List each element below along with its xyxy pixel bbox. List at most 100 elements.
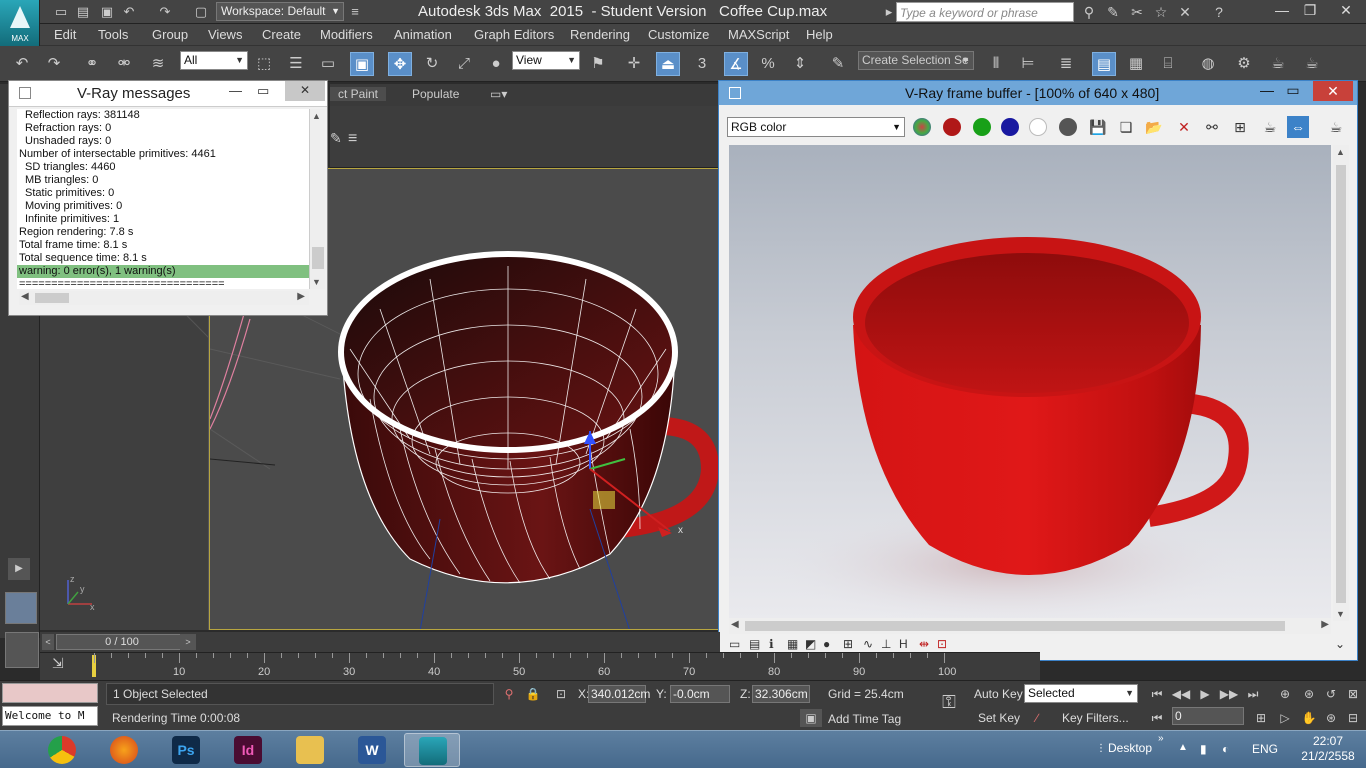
time-configuration-icon[interactable]: ⊞ [1250,709,1272,727]
histogram-icon[interactable]: ▦ [787,637,798,651]
graphite-ribbon-icon[interactable]: ▦ [1124,52,1148,76]
expand-panel-icon[interactable]: ▶ [8,558,30,580]
message-list[interactable]: Reflection rays: 381148 Refraction rays: … [17,109,309,289]
maximize-button[interactable]: ▭ [1279,82,1307,99]
time-slider[interactable]: < 0 / 100 > [40,632,720,652]
material-editor-icon[interactable]: ◍ [1196,52,1220,76]
close-button[interactable]: ✕ [1332,0,1360,22]
named-selection-dropdown[interactable]: Create Selection Se ▼ [858,51,974,70]
scene-explorer-icon[interactable]: ▤ [1092,52,1116,76]
taskbar-firefox[interactable] [96,733,152,767]
save-file-icon[interactable]: ▣ [98,3,116,21]
auto-key-button[interactable]: Auto Key [974,687,1023,701]
green-channel-icon[interactable] [973,118,991,136]
x-coordinate-field[interactable]: 340.012cm [588,685,650,703]
region-render-icon[interactable]: ⊞ [1229,116,1251,138]
taskbar-3dsmax[interactable] [404,733,460,767]
link-icon[interactable]: ⚭ [80,52,104,76]
layer-manager-icon[interactable]: ≣ [1054,52,1078,76]
menu-item[interactable]: Group [152,27,188,42]
blue-channel-icon[interactable] [1001,118,1019,136]
maximize-button[interactable]: ▭ [257,83,269,99]
menu-item[interactable]: Customize [648,27,709,42]
viewport-layout-2-icon[interactable] [5,632,39,668]
maxscript-listener[interactable] [2,683,98,703]
minimize-button[interactable]: — [1253,82,1281,98]
window-crossing-icon[interactable]: ▣ [350,52,374,76]
unlink-icon[interactable]: ⚮ [112,52,136,76]
vertical-scrollbar[interactable]: ▲ ▼ [1333,145,1349,621]
play-icon[interactable]: ▶ [1194,685,1216,703]
load-image-icon[interactable]: 📂 [1143,116,1165,138]
scroll-left-icon[interactable]: ◀ [21,291,29,302]
rgb-channel-icon[interactable] [913,118,931,136]
menu-item[interactable]: Graph Editors [474,27,554,42]
prev-frame-button[interactable]: < [42,634,54,650]
tray-overflow-icon[interactable]: ▲ [1178,742,1188,753]
lut-icon[interactable]: ⊥ [881,637,891,651]
percent-snap-icon[interactable]: % [756,52,780,76]
reference-coordinate-dropdown[interactable]: View ▼ [512,51,580,70]
scroll-down-icon[interactable]: ▼ [1336,609,1345,619]
rendered-image[interactable] [729,145,1331,621]
channel-dropdown[interactable]: RGB color ▼ [727,117,905,137]
maximize-viewport-icon[interactable]: ⊟ [1342,709,1364,727]
undo-icon[interactable]: ↶ [10,52,34,76]
restore-button[interactable]: ❐ [1296,0,1324,22]
menu-item[interactable]: Rendering [570,27,630,42]
track-bar[interactable]: ⇲ 10 20 30 40 50 60 70 80 90 100 [40,652,1040,680]
close-button[interactable]: ✕ [1313,81,1353,101]
exposure-icon[interactable]: ● [823,637,830,651]
menu-item[interactable]: Tools [98,27,128,42]
scroll-right-icon[interactable]: ▶ [1321,619,1329,630]
exchange-icon[interactable]: ✕ [1176,3,1194,21]
undo-icon[interactable]: ↶ [120,3,138,21]
project-folder-icon[interactable]: ▢ [192,3,210,21]
time-tag-icon[interactable]: ▣ [800,709,822,727]
scroll-right-icon[interactable]: ▶ [297,291,305,302]
go-to-start-icon[interactable]: ⏮ [1146,685,1168,703]
desktop-toolbar[interactable]: Desktop [1108,741,1152,755]
tools-icon[interactable]: ✂ [1128,3,1146,21]
render-last-icon[interactable]: ☕ [1259,116,1281,138]
hsv-icon[interactable]: H [899,637,908,651]
mirror-icon[interactable]: ⫴ [984,52,1008,76]
menu-item[interactable]: MAXScript [728,27,789,42]
display-options-icon[interactable]: ▭ [729,637,740,651]
render-setup-icon[interactable]: ⚙ [1232,52,1256,76]
toolbar-chevron-icon[interactable]: » [1158,733,1164,744]
viewport-layout-icon[interactable] [5,592,37,624]
key-mode-dropdown[interactable]: Selected ▼ [1024,684,1138,703]
key-mode-toggle-icon[interactable]: ⏮ [1146,709,1168,727]
alpha-channel-icon[interactable] [1029,118,1047,136]
curve-icon[interactable]: ∿ [863,637,873,651]
red-channel-icon[interactable] [943,118,961,136]
angle-snap-icon[interactable]: ∡ [724,52,748,76]
zoom-extents-all-icon[interactable]: ⊠ [1342,685,1364,703]
minimize-button[interactable]: — [1268,0,1296,22]
bind-space-warp-icon[interactable]: ≋ [146,52,170,76]
quick-access-menu-icon[interactable]: ≡ [346,3,364,21]
open-file-icon[interactable]: ▤ [74,3,92,21]
taskbar-indesign[interactable]: Id [220,733,276,767]
track-mouse-icon[interactable]: ⚯ [1201,116,1223,138]
keyboard-shortcut-override-icon[interactable]: ⏏ [656,52,680,76]
scroll-thumb[interactable] [35,293,69,303]
search-input[interactable]: Type a keyword or phrase [896,2,1074,22]
scroll-left-icon[interactable]: ◀ [731,619,739,630]
pixel-aspect-icon[interactable]: ⊡ [937,637,947,651]
ribbon-options-icon[interactable]: ▭▾ [490,87,507,101]
help-icon[interactable]: ? [1210,3,1228,21]
mono-channel-icon[interactable] [1059,118,1077,136]
welcome-text[interactable]: Welcome to M [2,706,98,726]
levels-icon[interactable]: ⊞ [843,637,853,651]
info-icon[interactable]: ℹ [769,637,774,651]
rendered-frame-window-icon[interactable]: ☕ [1266,52,1290,76]
vray-messages-titlebar[interactable]: V-Ray messages — ▭ ✕ [9,81,327,107]
edit-named-selection-icon[interactable]: ✎ [826,52,850,76]
scroll-thumb[interactable] [1336,165,1346,603]
link-to-renderer-icon[interactable]: ⇔ [1287,116,1309,138]
zoom-all-icon[interactable]: ⊛ [1298,685,1320,703]
select-object-icon[interactable]: ⬚ [252,52,276,76]
set-key-button[interactable]: Set Key [978,711,1020,725]
